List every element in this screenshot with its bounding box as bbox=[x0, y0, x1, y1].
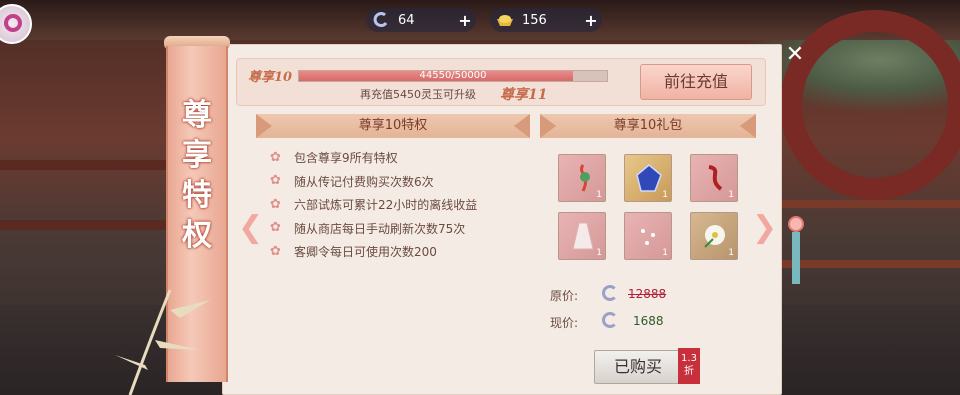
jade-currency-value: 64 bbox=[398, 12, 415, 28]
add-jade-button[interactable]: + bbox=[454, 9, 476, 31]
gold-ingot-icon bbox=[494, 9, 516, 31]
blue-gem-icon bbox=[636, 164, 662, 192]
jade-currency-bar: 64 + bbox=[366, 8, 476, 32]
original-price-label: 原价: bbox=[550, 289, 579, 303]
next-level-arrow-icon[interactable]: ❯ bbox=[752, 210, 777, 245]
bamboo-decoration bbox=[115, 289, 210, 395]
star-icon: ✿ bbox=[270, 243, 281, 259]
star-icon: ✿ bbox=[270, 220, 281, 236]
jade-ornament-icon bbox=[580, 164, 590, 192]
gift-item-red-hair-accessory[interactable]: 1 bbox=[690, 154, 738, 202]
add-gold-button[interactable]: + bbox=[580, 9, 602, 31]
gift-item-white-flower[interactable]: 1 bbox=[690, 212, 738, 260]
gift-item-white-robe[interactable]: 1 bbox=[558, 212, 606, 260]
previous-level-arrow-icon[interactable]: ❮ bbox=[238, 210, 263, 245]
jade-currency-icon bbox=[602, 285, 618, 301]
gift-item-jade-ornament[interactable]: 1 bbox=[558, 154, 606, 202]
banner-title: 尊 享 特 权 bbox=[182, 98, 212, 253]
privilege-item: ✿ 包含尊享9所有特权 bbox=[270, 149, 398, 166]
gold-currency-value: 156 bbox=[522, 12, 547, 28]
purchased-button[interactable]: 已购买 bbox=[594, 350, 682, 384]
jade-currency-icon bbox=[370, 9, 392, 31]
privileges-header: 尊享10特权 bbox=[256, 114, 530, 138]
current-price: 1688 bbox=[633, 314, 664, 328]
current-vip-level: 尊享10 bbox=[248, 70, 293, 85]
privilege-list: ✿ 包含尊享9所有特权 ✿ 随从传记付费购买次数6次 ✿ 六部试炼可累计22小时的离线… bbox=[270, 146, 477, 264]
privilege-item: ✿ 六部试炼可累计22小时的离线收益 bbox=[270, 196, 478, 213]
privilege-item: ✿ 随从传记付费购买次数6次 bbox=[270, 173, 434, 189]
red-hair-accessory-icon bbox=[708, 165, 723, 191]
star-icon: ✿ bbox=[270, 173, 281, 189]
star-icon: ✿ bbox=[270, 196, 281, 212]
star-icon: ✿ bbox=[270, 149, 281, 165]
close-button[interactable]: ✕ bbox=[784, 44, 806, 66]
next-vip-level: 尊享11 bbox=[500, 87, 548, 103]
white-robe-icon bbox=[572, 222, 594, 250]
go-recharge-button[interactable]: 前往充值 bbox=[640, 64, 752, 100]
current-price-label: 现价: bbox=[550, 316, 579, 330]
privilege-item: ✿ 随从商店每日手动刷新次数75次 bbox=[270, 220, 466, 236]
privilege-item: ✿ 客卿令每日可使用次数200 bbox=[270, 243, 437, 260]
gift-item-pink-sparkle[interactable]: 1 bbox=[624, 212, 672, 260]
vip-progress-bar: 44550/50000 bbox=[298, 70, 608, 82]
jade-currency-icon bbox=[602, 312, 618, 328]
pink-sparkle-item-icon bbox=[641, 229, 655, 245]
gold-currency-bar: 156 + bbox=[490, 8, 602, 32]
gift-item-blue-gem[interactable]: 1 bbox=[624, 154, 672, 202]
white-flower-icon bbox=[704, 225, 725, 248]
gift-pack-header: 尊享10礼包 bbox=[540, 114, 756, 138]
tassel-decoration bbox=[788, 216, 804, 290]
recharge-hint: 再充值5450灵玉可升级 bbox=[360, 88, 476, 101]
discount-badge: 1.3 折 bbox=[678, 348, 700, 384]
original-price: 12888 bbox=[628, 287, 667, 301]
vip-progress-text: 44550/50000 bbox=[419, 70, 487, 81]
